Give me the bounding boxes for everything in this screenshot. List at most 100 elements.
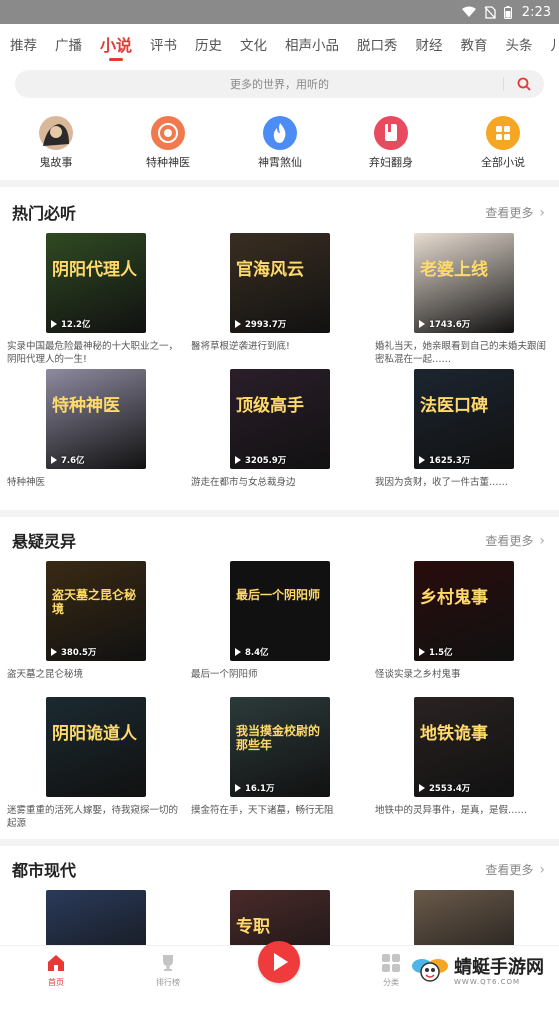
- album-card[interactable]: 最后一个阴阳师 8.4亿 最后一个阴阳师: [191, 561, 367, 691]
- play-count-icon: [235, 456, 241, 464]
- album-description: 迷雾重重的活死人嫁娶，待我窥探一切的起源: [7, 805, 179, 829]
- quick-link-2[interactable]: 神霄煞仙: [240, 110, 320, 170]
- section-separator: [0, 510, 559, 517]
- cover-title: 盗天墓之昆仑秘境: [52, 588, 137, 616]
- view-more-link[interactable]: 查看更多 ›: [485, 204, 545, 221]
- play-count-icon: [51, 456, 57, 464]
- album-card[interactable]: 老婆上线 1743.6万 婚礼当天，她亲眼看到自己的未婚夫跟闺密私混在一起……: [375, 233, 551, 365]
- album-card[interactable]: 盗天墓之昆仑秘境 380.5万 盗天墓之昆仑秘境: [7, 561, 183, 691]
- album-card[interactable]: 乡村鬼事 1.5亿怪谈实录之乡村鬼事: [375, 561, 551, 691]
- album-card[interactable]: 法医口碑 1625.3万 我因为贪财，收了一件古董……: [375, 369, 551, 499]
- album-card[interactable]: 地铁诡事 2553.4万 地铁中的灵异事件，是真，是假……: [375, 697, 551, 827]
- play-count-icon: [419, 648, 425, 656]
- tab-11[interactable]: 儿: [551, 24, 559, 68]
- search-divider: [503, 77, 504, 91]
- battery-icon: [503, 5, 512, 19]
- play-count: 1743.6万: [419, 318, 470, 330]
- quick-link-4[interactable]: 全部小说: [463, 110, 543, 170]
- album-card[interactable]: 特种神医 7.6亿 特种神医: [7, 369, 183, 499]
- play-count: 3205.9万: [235, 454, 286, 466]
- nav-ranking[interactable]: 排行榜: [138, 952, 198, 988]
- play-count: 16.1万: [235, 782, 274, 794]
- cover-title: 地铁诡事: [420, 724, 488, 744]
- home-icon: [45, 952, 67, 974]
- tab-4[interactable]: 历史: [195, 24, 222, 68]
- view-more-link[interactable]: 查看更多 ›: [485, 861, 545, 878]
- view-more-link[interactable]: 查看更多 ›: [485, 532, 545, 549]
- cover-title: 老婆上线: [420, 260, 488, 280]
- play-count-icon: [419, 456, 425, 464]
- quick-link-label: 鬼故事: [39, 156, 73, 169]
- play-count-value: 1743.6万: [429, 320, 471, 330]
- album-cover: 特种神医 7.6亿: [46, 369, 146, 469]
- album-cover: 我当摸金校尉的那些年 16.1万: [230, 697, 330, 797]
- play-count: 7.6亿: [51, 454, 85, 466]
- album-card[interactable]: 官海风云 2993.7万 醫将草根逆袭进行到底!: [191, 233, 367, 363]
- play-count: 1625.3万: [419, 454, 470, 466]
- tab-2[interactable]: 小说: [100, 24, 132, 68]
- section-separator: [0, 839, 559, 846]
- watermark-title: 蜻蜓手游网: [454, 956, 544, 978]
- dragonfly-logo-icon: [412, 958, 448, 982]
- cover-title: 特种神医: [52, 396, 120, 416]
- album-card[interactable]: 阴阳诡道人迷雾重重的活死人嫁娶，待我窥探一切的起源: [7, 697, 183, 829]
- clock: 2:23: [521, 4, 551, 20]
- play-count-icon: [51, 648, 57, 656]
- play-count-value: 8.4亿: [245, 648, 269, 658]
- play-count-icon: [235, 784, 241, 792]
- play-count: 380.5万: [51, 646, 96, 658]
- play-button[interactable]: [258, 941, 300, 983]
- search-bar[interactable]: 更多的世界，用听的: [15, 70, 544, 98]
- tab-7[interactable]: 脱口秀: [357, 24, 398, 68]
- tab-0[interactable]: 推荐: [10, 24, 37, 68]
- tab-3[interactable]: 评书: [150, 24, 177, 68]
- play-count: 8.4亿: [235, 646, 269, 658]
- play-count-value: 2993.7万: [245, 320, 287, 330]
- album-cover: 顶级高手 3205.9万: [230, 369, 330, 469]
- quick-link-3[interactable]: 弃妇翻身: [351, 110, 431, 170]
- play-count-value: 380.5万: [61, 648, 97, 658]
- play-count-value: 16.1万: [245, 784, 275, 794]
- tab-6[interactable]: 相声小品: [285, 24, 339, 68]
- chevron-right-icon: ›: [539, 204, 545, 221]
- play-count: 2553.4万: [419, 782, 470, 794]
- album-card[interactable]: 阴阳代理人 12.2亿 实录中国最危险最神秘的十大职业之一，阴阳代理人的一生!: [7, 233, 183, 365]
- tab-9[interactable]: 教育: [461, 24, 488, 68]
- quick-link-label: 全部小说: [481, 156, 525, 169]
- album-cover: 乡村鬼事 1.5亿: [414, 561, 514, 661]
- section-title: 热门必听: [12, 204, 77, 223]
- tab-5[interactable]: 文化: [240, 24, 267, 68]
- album-description: 怪谈实录之乡村鬼事: [375, 669, 461, 680]
- play-icon: [274, 953, 288, 971]
- album-cover: 阴阳诡道人: [46, 697, 146, 797]
- quick-link-0[interactable]: 鬼故事: [16, 110, 96, 170]
- watermark-sub: WWW.QT6.COM: [454, 977, 521, 986]
- play-count-value: 1.5亿: [429, 648, 453, 658]
- category-tabs: 推荐 广播 小说 评书 历史 文化 相声小品 脱口秀 财经 教育 头条儿: [0, 24, 559, 68]
- chevron-right-icon: ›: [539, 532, 545, 549]
- album-cover: 地铁诡事 2553.4万: [414, 697, 514, 797]
- nav-ranking-label: 排行榜: [156, 978, 180, 987]
- play-count: 2993.7万: [235, 318, 286, 330]
- album-card[interactable]: 顶级高手 3205.9万 游走在都市与女总裁身边: [191, 369, 367, 499]
- nav-home-label: 首页: [48, 978, 64, 987]
- search-placeholder: 更多的世界，用听的: [230, 78, 329, 91]
- category-icon: [380, 952, 402, 974]
- album-cover: 老婆上线 1743.6万: [414, 233, 514, 333]
- cover-title: 最后一个阴阳师: [236, 588, 321, 602]
- cover-title: 阴阳代理人: [52, 260, 137, 280]
- section-title: 悬疑灵异: [12, 532, 77, 551]
- watermark: 蜻蜓手游网 WWW.QT6.COM: [410, 950, 559, 993]
- cover-title: 官海风云: [236, 260, 304, 280]
- album-card[interactable]: 我当摸金校尉的那些年 16.1万 摸金符在手，天下诸墓，畅行无阻: [191, 697, 367, 827]
- nav-home[interactable]: 首页: [26, 952, 86, 988]
- play-count-value: 1625.3万: [429, 456, 471, 466]
- tab-1[interactable]: 广播: [55, 24, 82, 68]
- view-more-label: 查看更多: [485, 534, 534, 548]
- tab-8[interactable]: 财经: [416, 24, 443, 68]
- search-icon[interactable]: [516, 76, 532, 92]
- view-more-label: 查看更多: [485, 206, 534, 220]
- play-count-value: 3205.9万: [245, 456, 287, 466]
- tab-10[interactable]: 头条: [506, 24, 533, 68]
- quick-link-1[interactable]: 特种神医: [128, 110, 208, 170]
